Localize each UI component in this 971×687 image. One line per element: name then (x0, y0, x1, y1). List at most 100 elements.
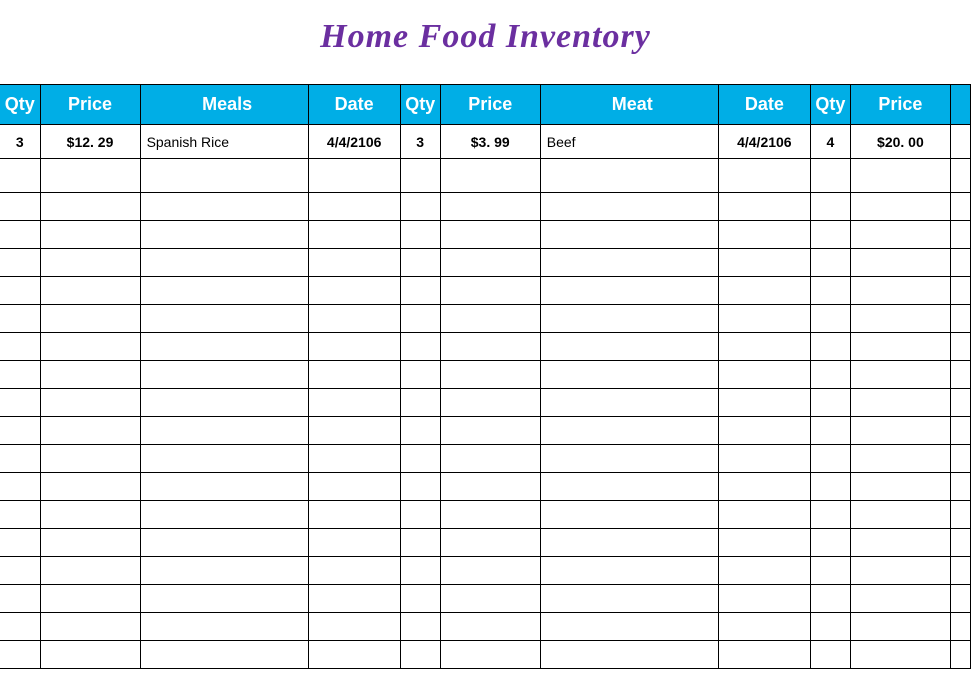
cell-empty[interactable] (40, 641, 140, 669)
cell-empty[interactable] (718, 193, 810, 221)
table-row[interactable] (0, 557, 971, 585)
cell-empty[interactable] (140, 333, 308, 361)
cell-price-2[interactable]: $3. 99 (440, 125, 540, 159)
cell-empty[interactable] (540, 417, 718, 445)
cell-empty[interactable] (540, 641, 718, 669)
cell-empty[interactable] (40, 361, 140, 389)
cell-date-1[interactable]: 4/4/2106 (308, 125, 400, 159)
cell-empty[interactable] (540, 613, 718, 641)
cell-empty[interactable] (850, 221, 950, 249)
cell-empty[interactable] (440, 445, 540, 473)
cell-empty[interactable] (400, 221, 440, 249)
cell-qty-2[interactable]: 3 (400, 125, 440, 159)
cell-empty[interactable] (718, 221, 810, 249)
cell-empty[interactable] (850, 473, 950, 501)
cell-empty[interactable] (308, 557, 400, 585)
cell-empty[interactable] (400, 305, 440, 333)
cell-empty[interactable] (140, 585, 308, 613)
cell-empty[interactable] (850, 613, 950, 641)
cell-empty[interactable] (950, 193, 970, 221)
cell-empty[interactable] (950, 613, 970, 641)
cell-empty[interactable] (308, 277, 400, 305)
cell-empty[interactable] (140, 641, 308, 669)
cell-empty[interactable] (40, 221, 140, 249)
cell-empty[interactable] (850, 445, 950, 473)
cell-empty[interactable] (810, 501, 850, 529)
cell-empty[interactable] (440, 333, 540, 361)
cell-empty[interactable] (440, 473, 540, 501)
table-row[interactable] (0, 613, 971, 641)
cell-empty[interactable] (0, 585, 40, 613)
cell-empty[interactable] (950, 641, 970, 669)
cell-empty[interactable] (540, 473, 718, 501)
cell-empty[interactable] (540, 529, 718, 557)
cell-empty[interactable] (40, 445, 140, 473)
cell-empty[interactable] (40, 193, 140, 221)
cell-empty[interactable] (308, 221, 400, 249)
cell-empty[interactable] (540, 445, 718, 473)
cell-empty[interactable] (0, 361, 40, 389)
cell-empty[interactable] (850, 585, 950, 613)
cell-empty[interactable] (810, 389, 850, 417)
cell-empty[interactable] (440, 557, 540, 585)
cell-qty-1[interactable]: 3 (0, 125, 40, 159)
cell-empty[interactable] (540, 249, 718, 277)
cell-empty[interactable] (850, 417, 950, 445)
cell-empty[interactable] (140, 501, 308, 529)
cell-empty[interactable] (308, 501, 400, 529)
cell-empty[interactable] (440, 585, 540, 613)
cell-empty[interactable] (0, 249, 40, 277)
table-row[interactable] (0, 277, 971, 305)
cell-empty[interactable] (540, 277, 718, 305)
table-row[interactable] (0, 305, 971, 333)
cell-empty[interactable] (0, 193, 40, 221)
cell-empty[interactable] (400, 585, 440, 613)
cell-empty[interactable] (0, 305, 40, 333)
cell-price-3[interactable]: $20. 00 (850, 125, 950, 159)
cell-empty[interactable] (718, 249, 810, 277)
table-row[interactable] (0, 333, 971, 361)
table-row[interactable] (0, 445, 971, 473)
cell-empty[interactable] (850, 389, 950, 417)
cell-empty[interactable] (400, 389, 440, 417)
cell-empty[interactable] (140, 193, 308, 221)
cell-empty[interactable] (810, 361, 850, 389)
cell-empty[interactable] (810, 529, 850, 557)
cell-empty[interactable] (40, 529, 140, 557)
cell-empty[interactable] (140, 613, 308, 641)
cell-empty[interactable] (0, 613, 40, 641)
cell-empty[interactable] (718, 361, 810, 389)
cell-empty[interactable] (718, 613, 810, 641)
cell-tail[interactable] (950, 125, 970, 159)
cell-empty[interactable] (140, 389, 308, 417)
cell-empty[interactable] (810, 249, 850, 277)
cell-empty[interactable] (540, 389, 718, 417)
cell-empty[interactable] (308, 613, 400, 641)
cell-empty[interactable] (0, 557, 40, 585)
cell-empty[interactable] (950, 557, 970, 585)
cell-empty[interactable] (0, 221, 40, 249)
cell-empty[interactable] (440, 193, 540, 221)
cell-empty[interactable] (0, 473, 40, 501)
cell-empty[interactable] (40, 333, 140, 361)
cell-empty[interactable] (308, 333, 400, 361)
cell-empty[interactable] (140, 305, 308, 333)
cell-empty[interactable] (140, 221, 308, 249)
cell-empty[interactable] (718, 389, 810, 417)
cell-empty[interactable] (0, 641, 40, 669)
cell-empty[interactable] (400, 417, 440, 445)
cell-empty[interactable] (950, 305, 970, 333)
table-row[interactable] (0, 501, 971, 529)
cell-empty[interactable] (440, 389, 540, 417)
cell-empty[interactable] (308, 473, 400, 501)
cell-empty[interactable] (950, 221, 970, 249)
cell-empty[interactable] (440, 221, 540, 249)
cell-empty[interactable] (140, 277, 308, 305)
cell-empty[interactable] (140, 445, 308, 473)
table-row[interactable] (0, 417, 971, 445)
cell-empty[interactable] (400, 277, 440, 305)
cell-empty[interactable] (810, 305, 850, 333)
cell-empty[interactable] (40, 501, 140, 529)
table-row[interactable] (0, 473, 971, 501)
cell-empty[interactable] (950, 473, 970, 501)
